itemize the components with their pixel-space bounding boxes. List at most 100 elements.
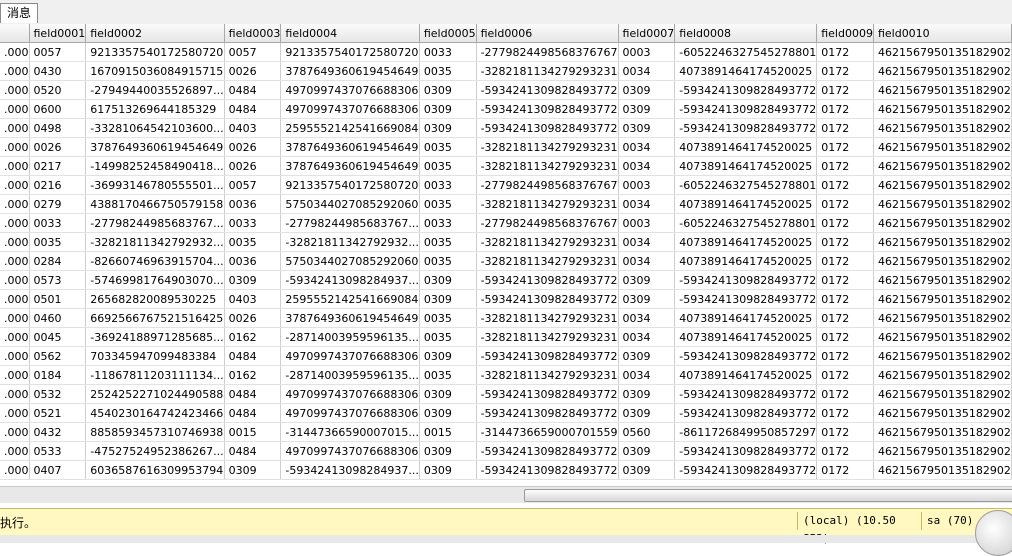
table-cell[interactable]: 4970997437076688306 xyxy=(280,384,420,404)
table-cell[interactable]: -8611726849950857297 xyxy=(674,422,818,442)
table-cell[interactable]: -82660746963915704... xyxy=(85,251,225,271)
table-cell[interactable]: 0015 xyxy=(224,422,282,442)
table-cell[interactable]: -5934241309828493772 xyxy=(476,441,619,461)
table-cell[interactable]: 0036 xyxy=(224,194,282,214)
table-cell[interactable]: 4621567950135182902 xyxy=(873,99,1012,119)
table-cell[interactable]: 4621567950135182902 xyxy=(873,42,1012,62)
table-cell[interactable]: 4621567950135182902 xyxy=(873,251,1012,271)
table-cell[interactable]: 0560 xyxy=(618,422,676,442)
table-cell[interactable]: 0172 xyxy=(816,346,874,366)
column-header-4[interactable]: field0004 xyxy=(280,24,420,43)
table-cell[interactable]: 0172 xyxy=(816,99,874,119)
table-cell[interactable]: 0172 xyxy=(816,194,874,214)
table-row[interactable]: .000 0573 -57469981764903070... 0309 -593424… xyxy=(0,270,1012,290)
table-cell[interactable]: 0309 xyxy=(618,270,676,290)
table-cell[interactable]: -5934241309828493772 xyxy=(476,118,619,138)
table-cell[interactable]: 4073891464174520025 xyxy=(674,251,818,271)
table-cell[interactable]: 0033 xyxy=(419,213,477,233)
table-cell[interactable]: .000 xyxy=(0,99,30,119)
table-cell[interactable]: -33281064542103600... xyxy=(85,118,225,138)
horizontal-scrollbar-thumb[interactable] xyxy=(524,489,1012,502)
table-cell[interactable]: 4621567950135182902 xyxy=(873,80,1012,100)
table-cell[interactable]: 0184 xyxy=(29,365,87,385)
table-cell[interactable]: .000 xyxy=(0,422,30,442)
table-cell[interactable]: -5934241309828493772 xyxy=(674,403,818,423)
table-cell[interactable]: 0484 xyxy=(224,80,282,100)
table-cell[interactable]: 0309 xyxy=(419,403,477,423)
table-cell[interactable]: 0172 xyxy=(816,213,874,233)
table-cell[interactable]: 0309 xyxy=(618,99,676,119)
table-cell[interactable]: -5934241309828493772 xyxy=(476,99,619,119)
table-cell[interactable]: 0172 xyxy=(816,441,874,461)
table-cell[interactable]: 4621567950135182902 xyxy=(873,365,1012,385)
table-cell[interactable]: -2779824498568376767 xyxy=(476,42,619,62)
table-cell[interactable]: 0172 xyxy=(816,270,874,290)
table-cell[interactable]: 0309 xyxy=(419,270,477,290)
table-cell[interactable]: -32821811342792932... xyxy=(280,232,420,252)
table-cell[interactable]: 0033 xyxy=(224,213,282,233)
table-cell[interactable]: .000 xyxy=(0,384,30,404)
table-cell[interactable]: .000 xyxy=(0,270,30,290)
table-cell[interactable]: .000 xyxy=(0,308,30,328)
column-header-1[interactable]: field0001 xyxy=(29,24,87,43)
table-cell[interactable]: 3787649360619454649 xyxy=(280,137,420,157)
table-cell[interactable]: 4621567950135182902 xyxy=(873,232,1012,252)
table-cell[interactable]: 6036587616309953794 xyxy=(85,460,225,480)
table-row[interactable]: .000 0279 4388170466750579158 0036 575034402… xyxy=(0,194,1012,214)
table-cell[interactable]: 0484 xyxy=(224,99,282,119)
table-cell[interactable]: -59342413098284937... xyxy=(280,270,420,290)
table-cell[interactable]: 0026 xyxy=(224,137,282,157)
table-cell[interactable]: 0532 xyxy=(29,384,87,404)
table-cell[interactable]: 0026 xyxy=(29,137,87,157)
table-cell[interactable]: 0035 xyxy=(419,308,477,328)
table-cell[interactable]: .000 xyxy=(0,156,30,176)
table-cell[interactable]: 0172 xyxy=(816,289,874,309)
table-cell[interactable]: 0172 xyxy=(816,460,874,480)
table-cell[interactable]: 6692566767521516425 xyxy=(85,308,225,328)
table-cell[interactable]: 0309 xyxy=(618,441,676,461)
table-cell[interactable]: 0034 xyxy=(618,156,676,176)
table-cell[interactable]: 0003 xyxy=(618,175,676,195)
table-cell[interactable]: 0035 xyxy=(419,137,477,157)
table-cell[interactable]: -5934241309828493772 xyxy=(476,289,619,309)
table-cell[interactable]: 4621567950135182902 xyxy=(873,460,1012,480)
table-cell[interactable]: 4621567950135182902 xyxy=(873,213,1012,233)
table-row[interactable]: .000 0600 617513269644185329 0484 4970997437… xyxy=(0,99,1012,119)
table-cell[interactable]: 0026 xyxy=(224,156,282,176)
table-row[interactable]: .000 0460 6692566767521516425 0026 378764936… xyxy=(0,308,1012,328)
table-row[interactable]: .000 0430 1670915036084915715 0026 378764936… xyxy=(0,61,1012,81)
table-cell[interactable]: 0460 xyxy=(29,308,87,328)
table-cell[interactable]: 0035 xyxy=(419,232,477,252)
table-row[interactable]: .000 0521 4540230164742423466 0484 497099743… xyxy=(0,403,1012,423)
table-cell[interactable]: 5750344027085292060 xyxy=(280,251,420,271)
table-cell[interactable]: 4621567950135182902 xyxy=(873,403,1012,423)
column-header-6[interactable]: field0006 xyxy=(476,24,619,43)
table-row[interactable]: .000 0520 -27949440035526897... 0484 4970997… xyxy=(0,80,1012,100)
table-cell[interactable]: 4073891464174520025 xyxy=(674,137,818,157)
table-cell[interactable]: -3144736659000701559 xyxy=(476,422,619,442)
table-cell[interactable]: 0172 xyxy=(816,61,874,81)
table-cell[interactable]: -2779824498568376767 xyxy=(476,175,619,195)
table-cell[interactable]: .000 xyxy=(0,403,30,423)
table-cell[interactable]: 617513269644185329 xyxy=(85,99,225,119)
table-row[interactable]: .000 0284 -82660746963915704... 0036 5750344… xyxy=(0,251,1012,271)
table-cell[interactable]: 9213357540172580720 xyxy=(280,42,420,62)
table-cell[interactable]: 0309 xyxy=(224,270,282,290)
table-cell[interactable]: 0432 xyxy=(29,422,87,442)
table-cell[interactable]: 4621567950135182902 xyxy=(873,308,1012,328)
table-cell[interactable]: -36924188971285685... xyxy=(85,327,225,347)
table-cell[interactable]: -27949440035526897... xyxy=(85,80,225,100)
table-cell[interactable]: 0035 xyxy=(29,232,87,252)
table-cell[interactable]: 0309 xyxy=(419,289,477,309)
table-cell[interactable]: -3282181134279293231 xyxy=(476,327,619,347)
table-cell[interactable]: -59342413098284937... xyxy=(280,460,420,480)
table-cell[interactable]: 0562 xyxy=(29,346,87,366)
table-cell[interactable]: 0015 xyxy=(419,422,477,442)
table-cell[interactable]: .000 xyxy=(0,175,30,195)
table-cell[interactable]: 0034 xyxy=(618,251,676,271)
table-row[interactable]: .000 0501 265682820089530225 0403 2595552142… xyxy=(0,289,1012,309)
table-cell[interactable]: 0309 xyxy=(419,384,477,404)
table-cell[interactable]: 5750344027085292060 xyxy=(280,194,420,214)
table-cell[interactable]: 0430 xyxy=(29,61,87,81)
table-cell[interactable]: 0309 xyxy=(618,346,676,366)
